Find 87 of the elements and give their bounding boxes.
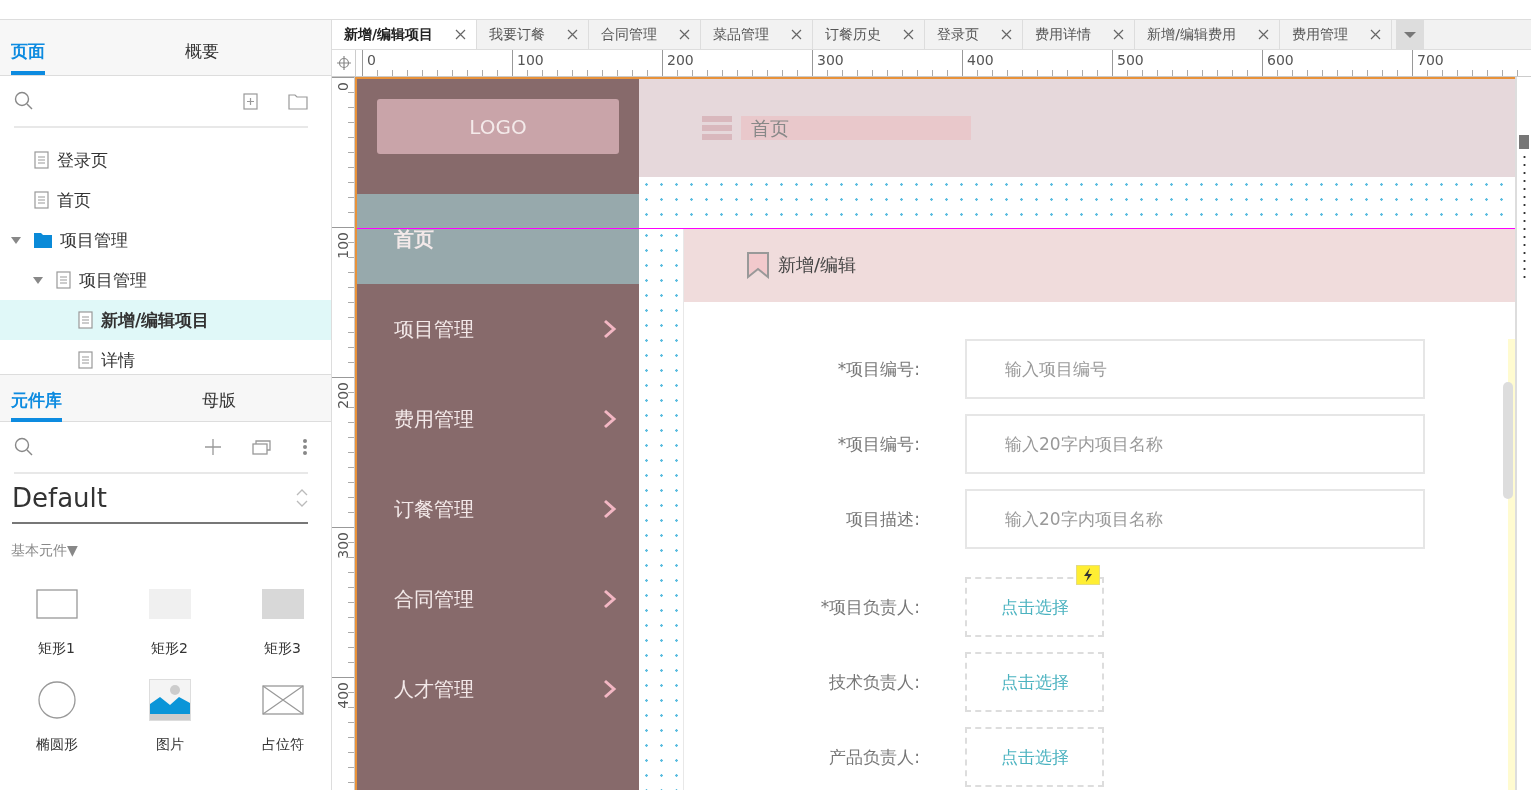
page-icon <box>78 351 93 369</box>
field-label: 产品负责人: <box>828 745 920 769</box>
windows-icon[interactable] <box>252 438 272 456</box>
field-label: *项目负责人: <box>819 595 920 619</box>
widget-label: 矩形3 <box>264 640 301 658</box>
ruler-label: 200 <box>335 382 351 409</box>
search-icon[interactable] <box>14 437 34 457</box>
ruler-label: 100 <box>516 52 544 68</box>
menu-item[interactable]: 人才管理 <box>357 644 639 734</box>
close-icon[interactable] <box>1113 29 1125 40</box>
ruler-label: 300 <box>335 532 351 559</box>
widget-label: 椭圆形 <box>35 736 78 754</box>
ruler-label: 0 <box>335 82 351 91</box>
page-tree-item[interactable]: 项目管理 <box>0 220 331 260</box>
field-label: 技术负责人: <box>828 670 920 694</box>
page-tree-item[interactable]: 登录页 <box>0 140 331 180</box>
widget-label: 占位符 <box>261 736 304 754</box>
ruler-label: 100 <box>335 232 351 259</box>
page-tree-item[interactable]: 项目管理 <box>0 260 331 300</box>
widget-label: 矩形1 <box>38 640 75 658</box>
library-select[interactable]: Default <box>12 474 308 524</box>
input-field[interactable]: 输入20字内项目名称 <box>965 414 1425 474</box>
document-tab[interactable]: 新增/编辑项目 <box>332 20 478 49</box>
page-icon <box>34 151 49 169</box>
handle-icon[interactable] <box>1519 135 1529 149</box>
ruler-label: 400 <box>966 52 994 68</box>
menu-item[interactable]: 订餐管理 <box>357 464 639 554</box>
rectangle-icon[interactable] <box>35 589 78 619</box>
field-label: *项目编号: <box>836 432 920 456</box>
image-icon[interactable] <box>148 679 191 721</box>
updown-icon <box>296 489 308 507</box>
page-title: 首页 <box>741 116 971 140</box>
close-icon[interactable] <box>903 29 915 40</box>
chevron-right-icon <box>603 409 617 429</box>
close-icon[interactable] <box>1369 29 1381 40</box>
close-icon[interactable] <box>567 29 579 40</box>
input-field[interactable]: 输入20字内项目名称 <box>965 489 1425 549</box>
search-icon[interactable] <box>14 91 34 111</box>
bookmark-icon <box>746 251 770 279</box>
close-icon[interactable] <box>1257 29 1269 40</box>
circle-icon[interactable] <box>37 681 76 719</box>
add-page-icon[interactable] <box>243 92 258 110</box>
logo-box: LOGO <box>377 99 619 154</box>
field-label: 项目描述: <box>845 507 920 531</box>
panel-tab[interactable]: 概要 <box>185 20 219 75</box>
section-toggle[interactable]: 基本元件▼ <box>11 542 78 560</box>
page-tree-item[interactable]: 新增/编辑项目 <box>0 300 331 340</box>
ruler-label: 500 <box>1116 52 1144 68</box>
scrollbar[interactable] <box>1503 382 1513 499</box>
page-icon <box>56 271 71 289</box>
ruler-label: 200 <box>666 52 694 68</box>
close-icon[interactable] <box>455 29 467 40</box>
expand-arrow-icon[interactable] <box>32 275 44 285</box>
chevron-right-icon <box>603 679 617 699</box>
chevron-right-icon <box>603 499 617 519</box>
folder-icon <box>34 232 52 248</box>
menu-item[interactable]: 合同管理 <box>357 554 639 644</box>
ruler-label: 400 <box>335 682 351 709</box>
caret-icon <box>1403 31 1416 38</box>
add-icon[interactable] <box>204 438 222 456</box>
crosshair-icon[interactable] <box>336 56 351 70</box>
tab-menu-button[interactable] <box>1395 20 1424 49</box>
input-field[interactable]: 输入项目编号 <box>965 339 1425 399</box>
close-icon[interactable] <box>1001 29 1013 40</box>
close-icon[interactable] <box>791 29 803 40</box>
ruler-label: 0 <box>366 52 376 68</box>
folder-icon[interactable] <box>288 92 308 110</box>
page-icon <box>34 191 49 209</box>
field-label: *项目编号: <box>836 357 920 381</box>
page-tree-item[interactable]: 首页 <box>0 180 331 220</box>
placeholder-icon[interactable] <box>261 685 304 715</box>
chevron-right-icon <box>603 589 617 609</box>
menu-item[interactable]: 项目管理 <box>357 284 639 374</box>
expand-arrow-icon[interactable] <box>10 235 22 245</box>
chevron-right-icon <box>603 319 617 339</box>
page-tree-item[interactable]: 详情 <box>0 340 331 374</box>
panel-tab[interactable]: 母版 <box>202 375 236 422</box>
widget-label: 矩形2 <box>151 640 188 658</box>
ruler-label: 300 <box>816 52 844 68</box>
menu-item[interactable]: 费用管理 <box>357 374 639 464</box>
more-icon[interactable] <box>302 438 308 456</box>
ruler-label: 600 <box>1266 52 1294 68</box>
panel-title: 新增/编辑 <box>778 253 857 277</box>
widget-label: 图片 <box>155 736 184 754</box>
ruler-label: 700 <box>1416 52 1444 68</box>
close-icon[interactable] <box>679 29 691 40</box>
page-icon <box>78 311 93 329</box>
